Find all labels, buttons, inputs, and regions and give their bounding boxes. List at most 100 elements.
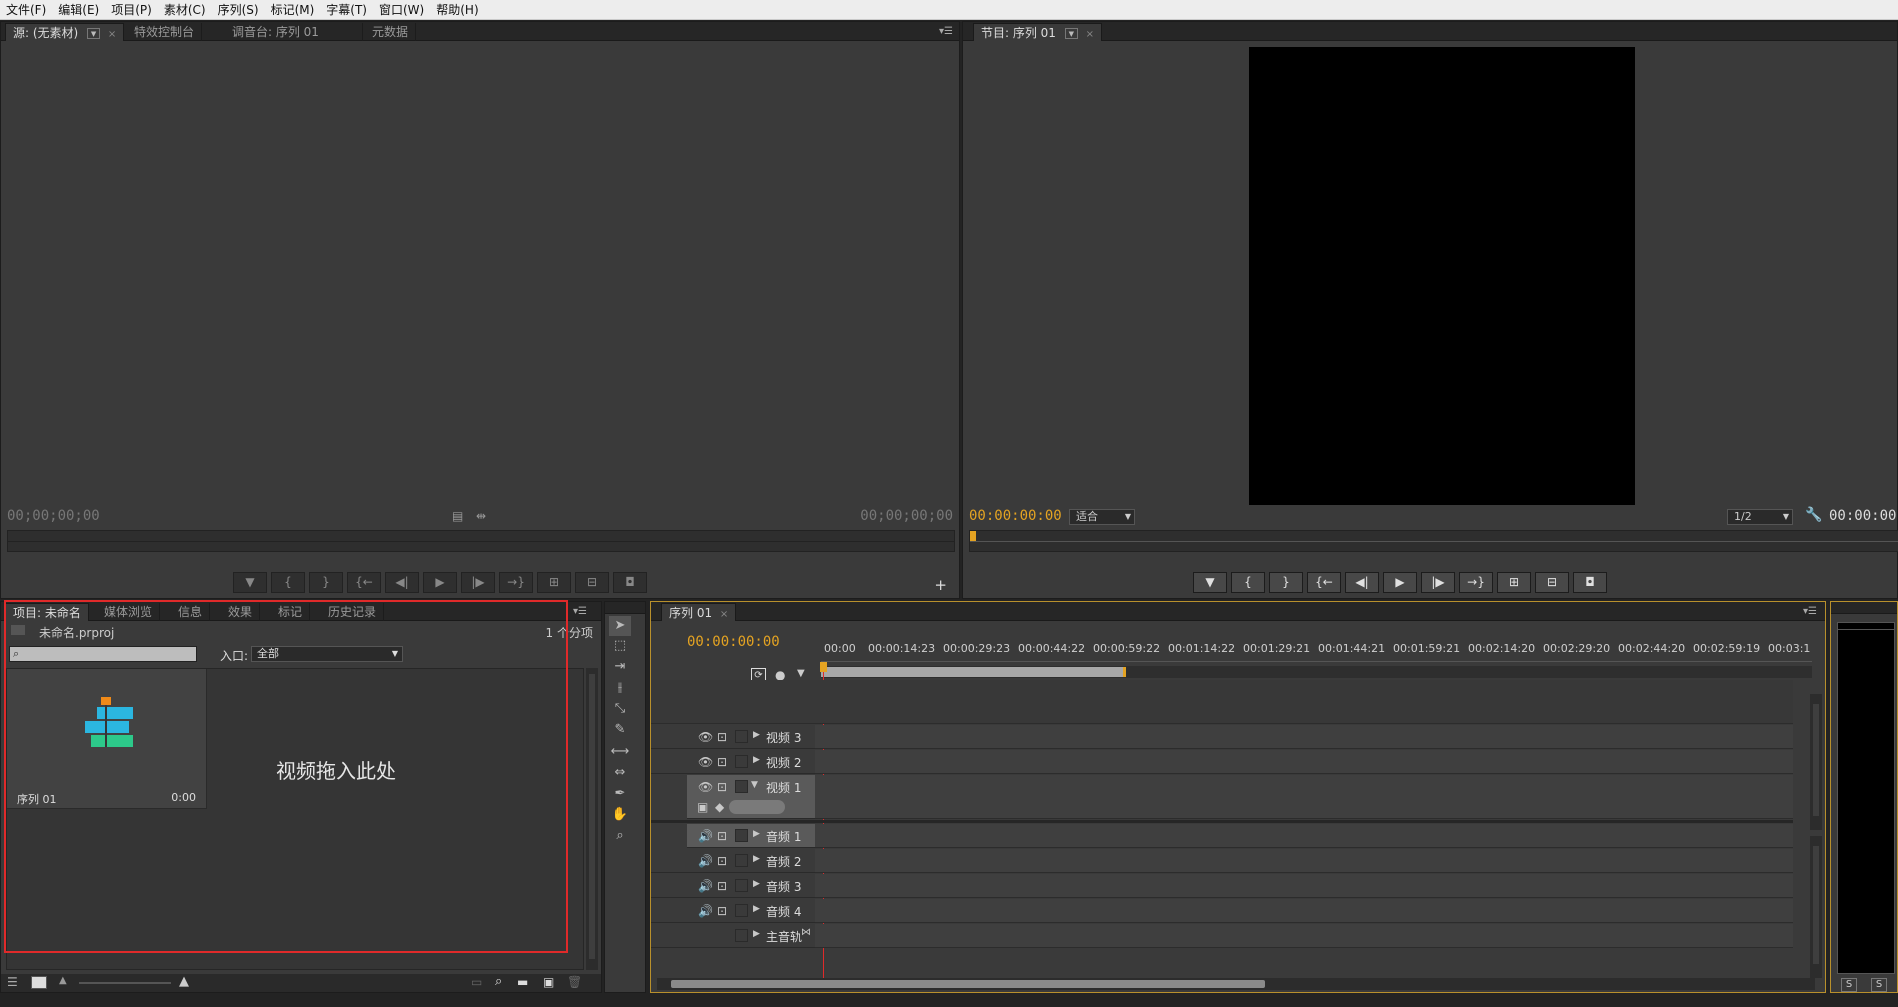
- panel-menu-icon[interactable]: ▾☰: [573, 604, 587, 619]
- rate-stretch-tool-icon[interactable]: ⤡: [609, 699, 631, 719]
- mark-in-button[interactable]: {: [271, 572, 305, 593]
- speaker-icon[interactable]: 🔊: [698, 904, 713, 918]
- display-style-icon[interactable]: ▣: [697, 800, 708, 814]
- track-header-video-3[interactable]: 👁 ⊡ ▶ 视频 3: [651, 725, 815, 749]
- drag-audio-icon[interactable]: ⇹: [476, 509, 486, 523]
- lock-toggle[interactable]: [735, 730, 748, 743]
- tab-source[interactable]: 源: (无素材) ▼ ×: [5, 23, 125, 44]
- pen-tool-icon[interactable]: ✒: [609, 784, 631, 804]
- track-header-audio-3[interactable]: 🔊 ⊡ ▶ 音频 3: [651, 874, 815, 898]
- project-scrollbar[interactable]: [586, 668, 598, 970]
- speaker-icon[interactable]: 🔊: [698, 879, 713, 893]
- close-icon[interactable]: ×: [720, 606, 728, 624]
- rolling-edit-tool-icon[interactable]: ⫲: [609, 678, 631, 698]
- speaker-icon[interactable]: 🔊: [698, 854, 713, 868]
- program-scrub-bar[interactable]: [969, 530, 1898, 552]
- expand-arrow-icon[interactable]: ▶: [753, 730, 760, 740]
- track-header-video-1[interactable]: 👁 ⊡ ▼ 视频 1 ▣ ◆: [687, 775, 815, 819]
- lock-toggle[interactable]: [735, 829, 748, 842]
- expand-arrow-icon[interactable]: ▶: [753, 755, 760, 765]
- close-icon[interactable]: ×: [1086, 26, 1094, 44]
- mark-out-button[interactable]: }: [309, 572, 343, 593]
- delete-icon[interactable]: 🗑: [567, 975, 582, 989]
- speaker-icon[interactable]: 🔊: [698, 829, 713, 843]
- lock-toggle[interactable]: [735, 929, 748, 942]
- track-header-master[interactable]: ▶ 主音轨 ⋈: [651, 924, 815, 948]
- expand-arrow-icon[interactable]: ▶: [753, 879, 760, 889]
- menu-help[interactable]: 帮助(H): [436, 1, 478, 18]
- video-audio-divider[interactable]: [651, 820, 1793, 823]
- playhead-icon[interactable]: [820, 662, 827, 672]
- sync-lock-icon[interactable]: ⊡: [717, 829, 727, 843]
- slip-tool-icon[interactable]: ⟷: [609, 742, 631, 762]
- panel-menu-icon[interactable]: ▾☰: [939, 24, 953, 39]
- go-to-out-button[interactable]: →}: [499, 572, 533, 593]
- track-lane-audio-1[interactable]: [815, 824, 1793, 848]
- extract-button[interactable]: ⊟: [1535, 572, 1569, 593]
- source-timecode-left[interactable]: 00;00;00;00: [7, 508, 100, 524]
- track-lane-audio-4[interactable]: [815, 899, 1793, 923]
- tab-metadata[interactable]: 元数据: [365, 23, 417, 41]
- step-forward-button[interactable]: |▶: [1421, 572, 1455, 593]
- icon-view-icon[interactable]: [31, 976, 47, 989]
- set-marker-button[interactable]: ▼: [233, 572, 267, 593]
- panel-menu-icon[interactable]: ▾☰: [1803, 604, 1817, 619]
- export-frame-button[interactable]: ◘: [613, 572, 647, 593]
- chevron-down-icon[interactable]: ▼: [87, 28, 101, 39]
- automate-icon[interactable]: ▭: [471, 975, 482, 989]
- razor-tool-icon[interactable]: ✎: [609, 720, 631, 740]
- set-marker-button[interactable]: ▼: [1193, 572, 1227, 593]
- go-to-in-button[interactable]: {←: [1307, 572, 1341, 593]
- solo-right-button[interactable]: S: [1871, 978, 1887, 992]
- eye-icon[interactable]: 👁: [698, 730, 713, 744]
- new-item-icon[interactable]: ▣: [543, 975, 554, 989]
- step-forward-button[interactable]: |▶: [461, 572, 495, 593]
- time-ruler[interactable]: 00:00 00:00:14:23 00:00:29:23 00:00:44:2…: [821, 642, 1812, 662]
- lock-toggle[interactable]: [735, 755, 748, 768]
- close-icon[interactable]: ×: [108, 26, 116, 44]
- menu-sequence[interactable]: 序列(S): [218, 1, 259, 18]
- menu-edit[interactable]: 编辑(E): [58, 1, 99, 18]
- track-lane-video-2[interactable]: [815, 750, 1793, 774]
- tab-audio-mixer[interactable]: 调音台: 序列 01: [225, 23, 363, 41]
- lift-button[interactable]: ⊞: [1497, 572, 1531, 593]
- menu-window[interactable]: 窗口(W): [379, 1, 424, 18]
- lock-toggle[interactable]: [735, 780, 748, 793]
- zoom-tool-icon[interactable]: ⌕: [609, 826, 631, 846]
- mark-out-button[interactable]: }: [1269, 572, 1303, 593]
- hand-tool-icon[interactable]: ✋: [609, 805, 631, 825]
- menu-marker[interactable]: 标记(M): [271, 1, 315, 18]
- export-frame-button[interactable]: ◘: [1573, 572, 1607, 593]
- menu-clip[interactable]: 素材(C): [164, 1, 206, 18]
- sync-lock-icon[interactable]: ⊡: [717, 780, 727, 794]
- timeline-timecode[interactable]: 00:00:00:00: [687, 634, 780, 650]
- track-lane-master[interactable]: [815, 924, 1793, 948]
- lock-toggle[interactable]: [735, 904, 748, 917]
- expand-arrow-icon[interactable]: ▶: [753, 929, 760, 939]
- expand-arrow-icon[interactable]: ▶: [753, 904, 760, 914]
- expand-arrow-icon[interactable]: ▶: [753, 854, 760, 864]
- list-view-icon[interactable]: ☰: [7, 975, 18, 989]
- expand-arrow-icon[interactable]: ▶: [753, 829, 760, 839]
- video-scrollbar[interactable]: [1810, 694, 1822, 830]
- work-area-range[interactable]: [821, 667, 1126, 677]
- zoom-slider[interactable]: [79, 982, 171, 984]
- set-marker-icon[interactable]: ▼: [797, 668, 805, 679]
- resolution-select[interactable]: 1/2 ▼: [1727, 509, 1793, 525]
- add-button-icon[interactable]: +: [934, 576, 947, 594]
- source-scrub-bar[interactable]: [7, 530, 955, 552]
- track-header-audio-1[interactable]: 🔊 ⊡ ▶ 音频 1: [687, 824, 815, 848]
- tab-sequence[interactable]: 序列 01 ×: [661, 603, 737, 624]
- track-lane-audio-2[interactable]: [815, 849, 1793, 873]
- track-lane-audio-3[interactable]: [815, 874, 1793, 898]
- insert-button[interactable]: ⊞: [537, 572, 571, 593]
- find-icon[interactable]: ⌕: [495, 974, 502, 989]
- solo-left-button[interactable]: S: [1841, 978, 1857, 992]
- program-timecode-right[interactable]: 00:00:00:0: [1829, 508, 1898, 524]
- source-timecode-right[interactable]: 00;00;00;00: [860, 508, 953, 524]
- keyframe-nav[interactable]: [729, 800, 785, 814]
- lock-toggle[interactable]: [735, 879, 748, 892]
- go-to-in-button[interactable]: {←: [347, 572, 381, 593]
- lock-toggle[interactable]: [735, 854, 748, 867]
- tab-program[interactable]: 节目: 序列 01 ▼ ×: [973, 23, 1102, 41]
